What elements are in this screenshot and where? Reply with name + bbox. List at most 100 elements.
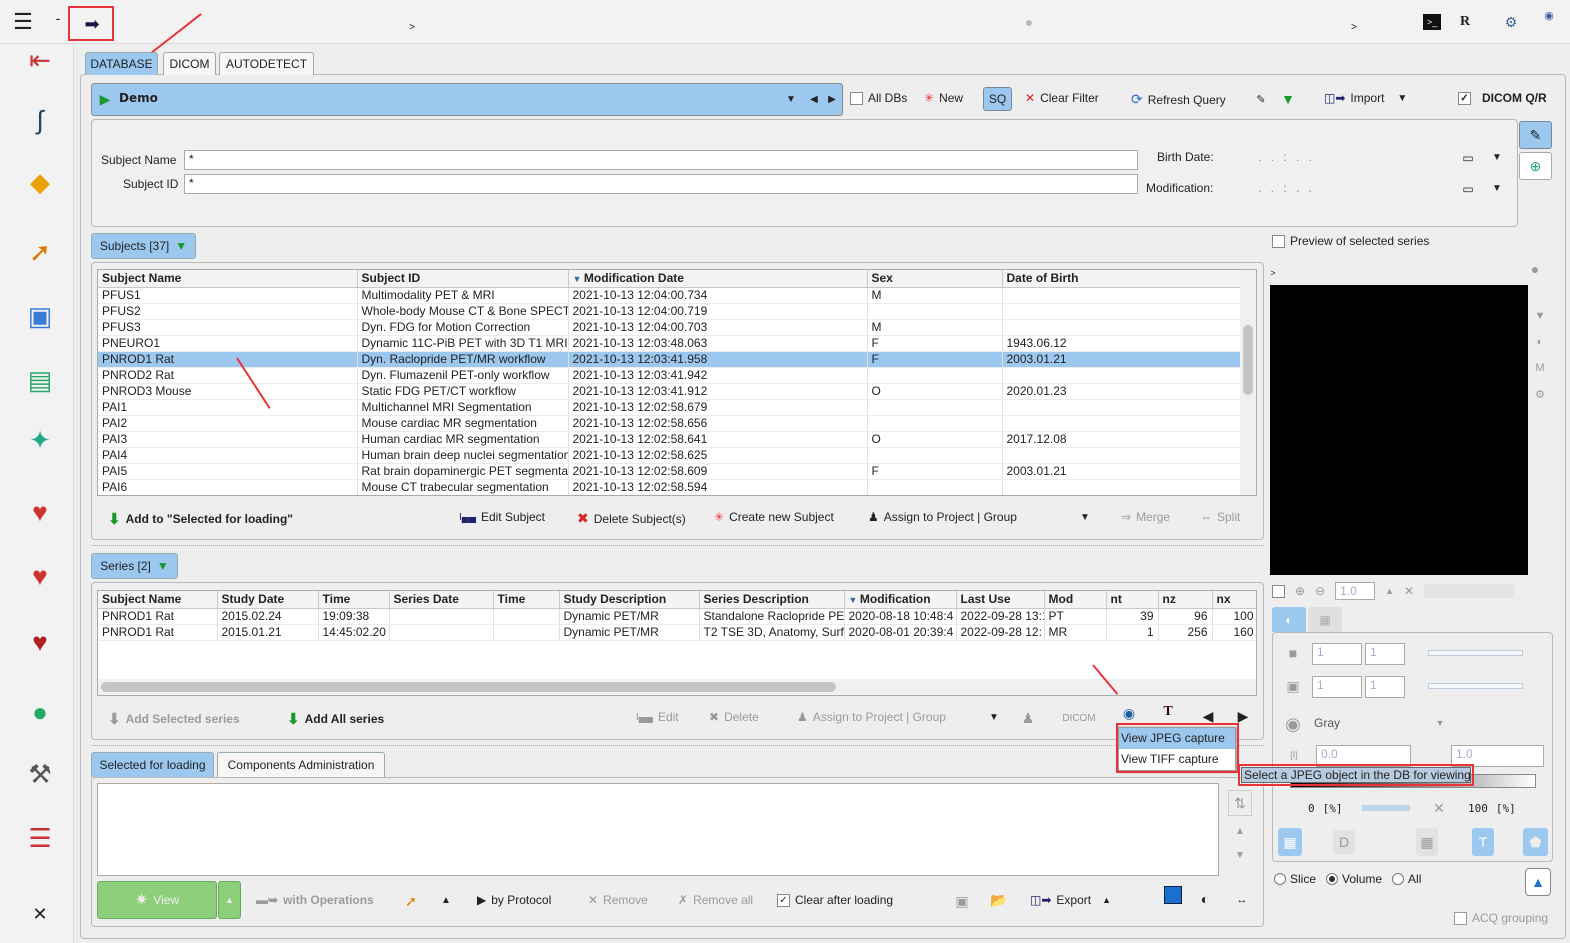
table-row[interactable]: PAI3 Human cardiac MR segmentation 2021-10… <box>98 431 1242 448</box>
split-button[interactable]: ⇔ Split <box>1200 510 1240 524</box>
m-icon[interactable]: M <box>1535 362 1544 374</box>
display-options-icon[interactable]: ◐ <box>1196 890 1214 908</box>
sidebar-cardiac-icon[interactable]: ♥ <box>18 622 62 662</box>
colormap-dropdown-icon[interactable]: ▼ <box>1434 716 1446 730</box>
contrast-icon[interactable]: ◐ <box>1537 336 1544 348</box>
column-header[interactable]: Time <box>493 591 560 609</box>
add-query-icon[interactable]: ⊕ <box>1519 152 1552 180</box>
chevron-down-icon[interactable]: ▼ <box>989 712 999 723</box>
text-icon[interactable]: T <box>1160 704 1176 720</box>
tab-database[interactable]: DATABASE <box>85 52 158 75</box>
chevron-down-icon[interactable]: ▼ <box>1490 181 1504 195</box>
tab-image-controls[interactable]: ◐ <box>1272 607 1306 632</box>
chevron-up-icon[interactable]: ▲ <box>440 893 452 907</box>
save-icon[interactable]: ▣ <box>954 893 970 909</box>
delete-series-button[interactable]: ✖ Delete <box>709 710 759 724</box>
dicom-qr-checkbox[interactable]: ✓ DICOM Q/R <box>1458 91 1547 105</box>
column-header[interactable]: Subject Name <box>98 270 358 288</box>
column-header[interactable]: Series Description <box>699 591 845 609</box>
tab-dicom[interactable]: DICOM <box>163 52 216 75</box>
sidebar-segmentation-icon[interactable]: ▤ <box>18 360 62 400</box>
column-header[interactable]: nx <box>1212 591 1256 609</box>
move-down-icon[interactable]: ▼ <box>1232 848 1248 862</box>
previous-db-icon[interactable]: ◀ <box>808 91 820 107</box>
query-panel-toggle-icon[interactable]: ✎ <box>1519 121 1552 149</box>
radio-slice[interactable] <box>1274 873 1286 885</box>
database-selector[interactable] <box>91 83 843 116</box>
create-subject-button[interactable]: ✳ Create new Subject <box>714 510 834 524</box>
scrollbar-thumb[interactable] <box>101 682 836 692</box>
hardware-icon[interactable]: ⚙ <box>1496 10 1526 34</box>
options-dropdown-icon[interactable]: ▼ <box>1280 91 1296 107</box>
chevron-down-icon[interactable]: ▼ <box>1535 310 1546 322</box>
preview-checkbox[interactable]: Preview of selected series <box>1272 234 1429 248</box>
frame-input-b[interactable]: 1 <box>1365 676 1405 698</box>
sidebar-transform-icon[interactable]: ➚ <box>18 232 62 272</box>
layout-icon[interactable] <box>1164 886 1182 904</box>
next-db-icon[interactable]: ▶ <box>826 91 838 107</box>
percent-slider[interactable] <box>1362 805 1410 811</box>
all-dbs-checkbox[interactable]: All DBs <box>850 91 907 105</box>
table-row[interactable]: PAI2 Mouse cardiac MR segmentation 2021-10… <box>98 415 1242 432</box>
annotation-tool-icon[interactable]: T <box>1472 828 1494 856</box>
checkbox[interactable] <box>850 91 863 105</box>
table-row[interactable]: PNROD1 Rat Dyn. Raclopride PET/MR workflo… <box>98 351 1242 368</box>
move-up-icon[interactable]: ▲ <box>1232 824 1248 838</box>
close-icon[interactable]: ✕ <box>1432 800 1446 816</box>
layout-toggle-icon[interactable]: ▦ <box>1278 828 1302 856</box>
chevron-down-circle-icon[interactable]: ▼ <box>157 559 169 573</box>
subject-name-input[interactable]: * <box>184 150 1138 170</box>
table-row[interactable]: PNROD1 Rat 2015.01.21 14:45:02.20 Dynamic P… <box>98 624 1256 641</box>
table-row[interactable]: PNROD1 Rat 2015.02.24 19:09:38 Dynamic PET/… <box>98 608 1256 625</box>
calendar-icon[interactable]: ▭ <box>1460 150 1476 166</box>
with-operations-button[interactable]: ▬➥ with Operations <box>256 893 374 907</box>
acq-grouping-checkbox[interactable]: ACQ grouping <box>1454 911 1548 925</box>
checkbox[interactable] <box>1272 584 1285 598</box>
subject-id-input[interactable]: * <box>184 174 1138 194</box>
sq-toggle[interactable]: SQ <box>983 87 1012 111</box>
grid-icon[interactable]: ▦ <box>1416 828 1438 856</box>
view-dropdown-button[interactable]: ▲ <box>218 881 241 919</box>
radio-all[interactable] <box>1392 873 1405 885</box>
tab-subjects[interactable]: Subjects [37] ▼ <box>91 233 196 259</box>
close-icon[interactable]: ✕ <box>30 904 50 924</box>
export-button[interactable]: ◫➡ Export ▲ <box>1030 893 1111 907</box>
zoom-input[interactable]: 1.0 <box>1335 582 1376 600</box>
workflow-icon[interactable]: ➚ <box>400 890 422 912</box>
column-header[interactable]: Sex <box>867 270 1003 288</box>
column-header[interactable]: Mod <box>1044 591 1107 609</box>
expand-arrow[interactable]: > <box>405 18 419 36</box>
sidebar-pet-icon[interactable]: ♥ <box>18 492 62 532</box>
slice-slider[interactable] <box>1428 650 1523 656</box>
tab-selected-for-loading[interactable]: Selected for loading <box>91 752 214 777</box>
slice-input-b[interactable]: 1 <box>1365 643 1405 665</box>
column-header[interactable]: nt <box>1106 591 1159 609</box>
merge-button[interactable]: ⇒ Merge <box>1121 510 1170 524</box>
settings-icon[interactable]: ◉ <box>1540 6 1558 24</box>
add-to-selected-button[interactable]: ⬇ Add to "Selected for loading" <box>108 510 293 528</box>
chevron-down-icon[interactable]: ▼ <box>1080 512 1090 523</box>
remove-button[interactable]: ✕ Remove <box>588 893 648 907</box>
sidebar-3d-icon[interactable]: ✦ <box>18 420 62 460</box>
column-header[interactable]: ▼ Modification Date <box>568 270 868 288</box>
gear-icon[interactable]: ⚙ <box>1535 388 1545 401</box>
chevron-up-icon[interactable]: ▲ <box>1385 586 1394 596</box>
dicom-icon[interactable]: DICOM <box>1060 708 1098 728</box>
minimize-button[interactable]: - <box>52 8 64 28</box>
column-header[interactable]: Date of Birth <box>1002 270 1242 288</box>
tab-autodetect[interactable]: AUTODETECT <box>219 52 314 75</box>
chevron-down-icon[interactable]: ▼ <box>784 91 798 107</box>
table-row[interactable]: PNEURO1 Dynamic 11C-PiB PET with 3D T1 MR… <box>98 335 1242 352</box>
table-row[interactable]: PNROD2 Rat Dyn. Flumazenil PET-only workf… <box>98 367 1242 384</box>
open-folder-icon[interactable]: 📂 <box>990 892 1008 908</box>
checkbox[interactable] <box>1454 911 1467 925</box>
horizontal-scrollbar[interactable] <box>98 679 1256 695</box>
checkbox-checked[interactable]: ✓ <box>777 893 790 907</box>
import-button[interactable]: ◫➡ Import ▼ <box>1324 91 1407 105</box>
refresh-query-button[interactable]: ⟳ Refresh Query <box>1131 91 1226 108</box>
table-row[interactable]: PAI6 Mouse CT trabecular segmentation 2021… <box>98 479 1242 495</box>
tab-series[interactable]: Series [2] ▼ <box>91 553 178 579</box>
new-button[interactable]: ✳ New <box>924 91 963 105</box>
splitter[interactable] <box>91 745 1264 748</box>
radio-volume[interactable] <box>1326 873 1339 885</box>
